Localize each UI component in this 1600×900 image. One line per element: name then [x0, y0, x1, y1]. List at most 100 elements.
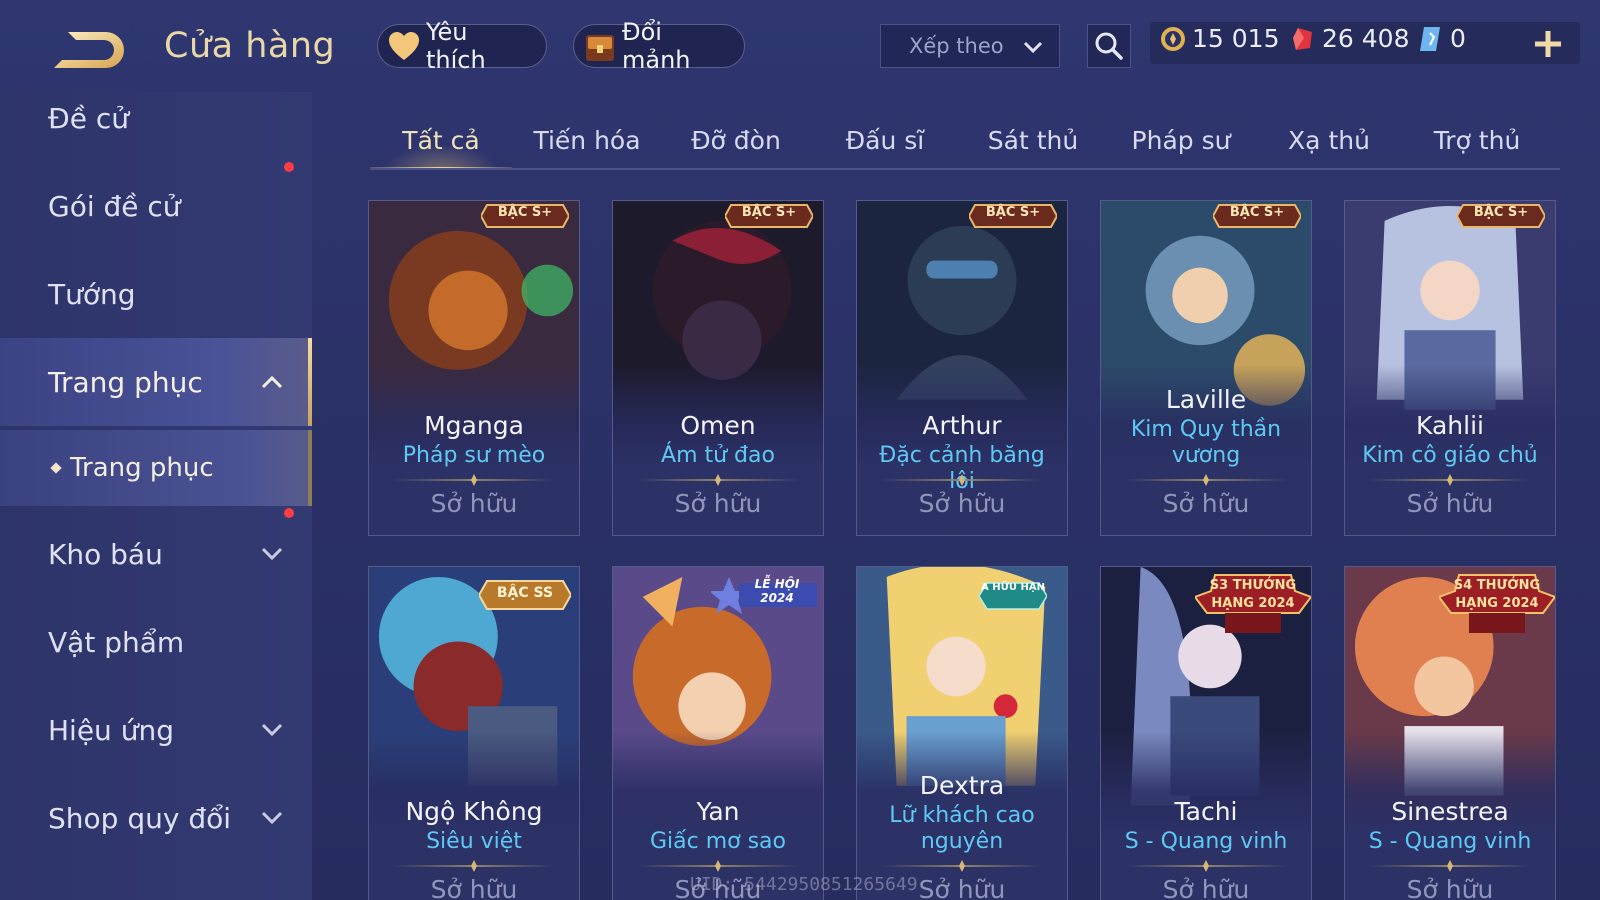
sidebar-item-label: Shop quy đổi	[48, 801, 231, 835]
sidebar-item-exchange-shop[interactable]: Shop quy đổi	[0, 774, 312, 862]
tab-mage[interactable]: Pháp sư	[1106, 114, 1256, 170]
sidebar-subitem-skins[interactable]: Trang phục	[0, 430, 312, 506]
top-bar: Cửa hàng Yêu thích Đổi mảnh Xếp theo 15 …	[0, 0, 1600, 92]
gold-amount: 15 015	[1192, 24, 1280, 53]
tab-label: Pháp sư	[1131, 126, 1231, 155]
ruby-icon	[1293, 27, 1312, 50]
sidebar-item-heroes[interactable]: Tướng	[0, 250, 312, 338]
chevron-down-icon	[261, 723, 283, 737]
card-divider	[637, 479, 799, 481]
hero-name: Tachi	[1174, 797, 1238, 826]
skin-card-yan[interactable]: LỄ HỘI 2024 Yan Giấc mơ sao Sở hữu	[612, 566, 824, 900]
skin-grid: BẬC S+ Mganga Pháp sư mèo Sở hữu BẬC S+ …	[368, 200, 1558, 900]
favorites-label: Yêu thích	[426, 18, 486, 74]
tab-label: Đỡ đòn	[691, 126, 781, 155]
gold-coin-icon	[1161, 26, 1185, 51]
skin-card-arthur[interactable]: BẬC S+ Arthur Đặc cảnh băng lôi Sở hữu	[856, 200, 1068, 536]
hero-name: Mganga	[424, 411, 524, 440]
sidebar-item-label: Kho báu	[48, 537, 163, 571]
page-title: Cửa hàng	[164, 26, 336, 66]
tab-tank[interactable]: Đỡ đòn	[662, 114, 810, 170]
skin-card-omen[interactable]: BẬC S+ Omen Ám tử đao Sở hữu	[612, 200, 824, 536]
add-currency-button[interactable]	[1530, 26, 1566, 62]
hero-name: Yan	[696, 797, 740, 826]
sort-dropdown[interactable]: Xếp theo	[880, 24, 1060, 68]
skin-card-sinestrea[interactable]: S4 THƯỞNG HẠNG 2024 Sinestrea S - Quang …	[1344, 566, 1556, 900]
sidebar-item-label: Tướng	[48, 277, 136, 311]
category-tabs: Tất cả Tiến hóa Đỡ đòn Đấu sĩ Sát thủ Ph…	[370, 114, 1560, 170]
sidebar-item-treasure[interactable]: Kho báu	[0, 508, 312, 598]
search-icon	[1095, 32, 1123, 60]
sidebar-item-label: Gói đề cử	[48, 189, 181, 223]
skin-name: S - Quang vinh	[1124, 829, 1288, 854]
voucher-icon	[1420, 26, 1440, 51]
notification-dot	[284, 508, 294, 518]
skin-name: Ám tử đao	[661, 443, 775, 468]
chevron-down-icon	[261, 547, 283, 561]
owned-label: Sở hữu	[1162, 875, 1250, 900]
rank-badge-label: BẬC SS	[496, 585, 554, 601]
tab-all[interactable]: Tất cả	[370, 114, 512, 170]
search-button[interactable]	[1087, 24, 1131, 68]
season-reward-badge-label: S3 THƯỞNG HẠNG 2024	[1209, 578, 1297, 611]
skin-name: Giấc mơ sao	[649, 829, 787, 854]
skin-name: Siêu việt	[426, 829, 522, 854]
owned-label: Sở hữu	[674, 489, 762, 518]
rank-badge-label: BẬC S+	[1473, 205, 1529, 220]
currency-bar: 15 015 26 408 0	[1150, 22, 1580, 64]
tab-marksman[interactable]: Xạ thủ	[1256, 114, 1402, 170]
ruby-currency: 26 408	[1290, 24, 1409, 53]
chevron-down-icon	[1023, 41, 1043, 54]
tab-label: Tất cả	[402, 126, 480, 155]
sidebar-item-label: Đề cử	[48, 101, 129, 135]
tab-evolution[interactable]: Tiến hóa	[512, 114, 662, 170]
skin-card-kahlii[interactable]: BẬC S+ Kahlii Kim cô giáo chủ Sở hữu	[1344, 200, 1556, 536]
rank-badge-label: BẬC S+	[741, 205, 797, 220]
sidebar-item-effects[interactable]: Hiệu ứng	[0, 686, 312, 774]
skin-card-mganga[interactable]: BẬC S+ Mganga Pháp sư mèo Sở hữu	[368, 200, 580, 536]
favorites-button[interactable]: Yêu thích	[377, 18, 547, 74]
card-divider	[637, 865, 799, 867]
sidebar-item-items[interactable]: Vật phẩm	[0, 598, 312, 686]
sidebar-item-featured[interactable]: Đề cử	[0, 92, 312, 162]
back-button[interactable]	[46, 24, 130, 74]
hero-name: Kahlii	[1416, 411, 1484, 440]
skin-name: Lữ khách cao nguyên	[889, 803, 1035, 854]
tab-support[interactable]: Trợ thủ	[1402, 114, 1552, 170]
skin-name: Pháp sư mèo	[402, 443, 546, 468]
owned-label: Sở hữu	[1162, 489, 1250, 518]
sidebar-item-featured-bundles[interactable]: Gói đề cử	[0, 162, 312, 250]
rank-badge-label: BẬC S+	[497, 205, 553, 220]
sidebar: Đề cử Gói đề cử Tướng Trang phục Trang p…	[0, 92, 312, 900]
hero-name: Omen	[680, 411, 756, 440]
card-divider	[1369, 865, 1531, 867]
skin-name: Kim Quy thần vương	[1130, 417, 1282, 468]
sidebar-item-label: Trang phục	[48, 365, 203, 399]
limited-badge-label: A HỮU HẠN	[980, 582, 1046, 593]
card-divider	[1125, 865, 1287, 867]
hero-name: Dextra	[919, 771, 1005, 800]
sort-label: Xếp theo	[909, 34, 1004, 58]
heart-icon	[389, 32, 419, 60]
skin-card-laville[interactable]: BẬC S+ Laville Kim Quy thần vương Sở hữu	[1100, 200, 1312, 536]
sidebar-item-label: Vật phẩm	[48, 625, 185, 659]
tab-assassin[interactable]: Sát thủ	[960, 114, 1106, 170]
chevron-down-icon	[261, 811, 283, 825]
rank-badge-label: BẬC S+	[1229, 205, 1285, 220]
exchange-label: Đổi mảnh	[622, 18, 691, 74]
tab-fighter[interactable]: Đấu sĩ	[810, 114, 960, 170]
skin-card-tachi[interactable]: S3 THƯỞNG HẠNG 2024 Tachi S - Quang vinh…	[1100, 566, 1312, 900]
skin-card-ngo-khong[interactable]: BẬC SS Ngộ Không Siêu việt Sở hữu	[368, 566, 580, 900]
owned-label: Sở hữu	[918, 489, 1006, 518]
sidebar-subitem-label: Trang phục	[70, 453, 214, 483]
exchange-fragments-button[interactable]: Đổi mảnh	[573, 18, 745, 74]
skin-card-dextra[interactable]: A HỮU HẠN Dextra Lữ khách cao nguyên Sở …	[856, 566, 1068, 900]
back-arrow-icon	[54, 32, 124, 68]
sidebar-item-skins[interactable]: Trang phục	[0, 338, 312, 426]
hero-name: Arthur	[922, 411, 1002, 440]
card-divider	[1369, 479, 1531, 481]
chest-icon	[586, 35, 614, 61]
voucher-currency: 0	[1418, 24, 1466, 53]
gold-currency: 15 015	[1160, 24, 1279, 53]
notification-dot	[284, 162, 294, 172]
